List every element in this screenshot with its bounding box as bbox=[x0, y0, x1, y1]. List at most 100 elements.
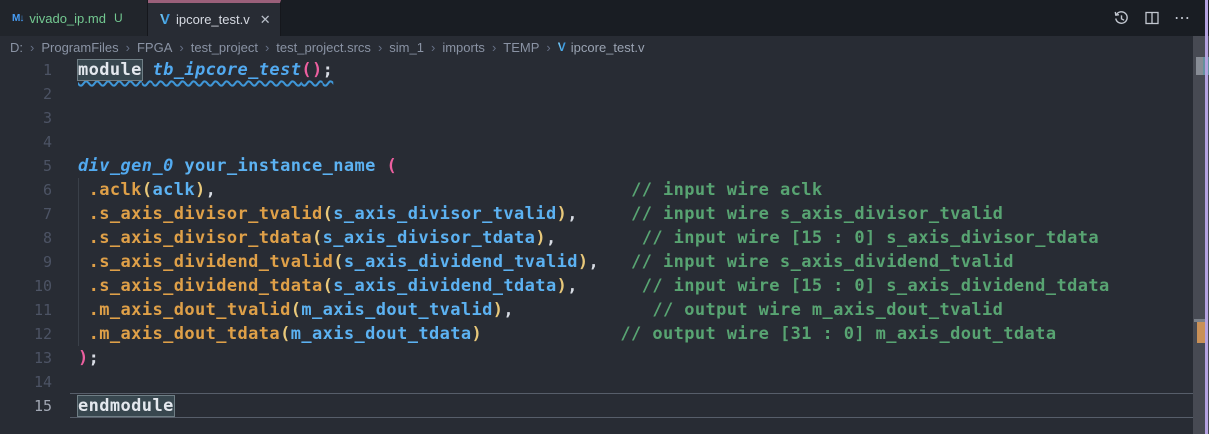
token-typ: div_gen_0 bbox=[78, 156, 174, 176]
line-number[interactable]: 10 bbox=[0, 274, 52, 298]
tab-ipcore-test-v[interactable]: V ipcore_test.v ✕ bbox=[148, 0, 281, 36]
line-number[interactable]: 13 bbox=[0, 346, 52, 370]
indent-guide bbox=[78, 178, 79, 346]
code-line[interactable]: 10 .s_axis_dividend_tdata(s_axis_dividen… bbox=[0, 274, 1209, 298]
token-plain bbox=[142, 60, 153, 80]
token-port: .m_axis_dout_tdata bbox=[89, 324, 280, 344]
token-port: .m_axis_dout_tvalid bbox=[89, 300, 291, 320]
code-line[interactable]: 1 module tb_ipcore_test(); bbox=[0, 58, 1209, 82]
code-line[interactable]: 14 bbox=[0, 370, 1209, 394]
token-kwhl: module bbox=[78, 60, 142, 80]
overview-mark-warning bbox=[1197, 322, 1205, 343]
breadcrumb-item[interactable]: test_project.srcs bbox=[276, 40, 371, 55]
line-number[interactable]: 14 bbox=[0, 370, 52, 394]
token-typ: tb_ipcore_test bbox=[152, 60, 301, 80]
line-number[interactable]: 9 bbox=[0, 250, 52, 274]
token-plain bbox=[599, 252, 631, 272]
timeline-history-icon[interactable] bbox=[1113, 10, 1130, 27]
chevron-right-icon: › bbox=[492, 40, 496, 55]
token-gold: ( bbox=[312, 228, 323, 248]
code-text: module tb_ipcore_test(); bbox=[78, 58, 333, 82]
breadcrumb-item[interactable]: sim_1 bbox=[389, 40, 424, 55]
code-line[interactable]: 3 bbox=[0, 106, 1209, 130]
token-plain: ; bbox=[89, 348, 100, 368]
line-number[interactable]: 2 bbox=[0, 82, 52, 106]
token-gold: ( bbox=[333, 252, 344, 272]
code-line[interactable]: 8 .s_axis_divisor_tdata(s_axis_divisor_t… bbox=[0, 226, 1209, 250]
token-comment: // input wire s_axis_divisor_tvalid bbox=[631, 204, 1003, 224]
token-pink: ) bbox=[78, 348, 89, 368]
token-plain bbox=[482, 324, 620, 344]
editor-tab-bar: M↓ vivado_ip.md U V ipcore_test.v ✕ ⋯ bbox=[0, 0, 1209, 36]
token-port: .aclk bbox=[89, 180, 142, 200]
token-gold: ) bbox=[557, 204, 568, 224]
token-plain bbox=[376, 156, 387, 176]
token-plain: , bbox=[589, 252, 600, 272]
code-text: div_gen_0 your_instance_name ( bbox=[78, 154, 397, 178]
code-editor[interactable]: 1module tb_ipcore_test();2345div_gen_0 y… bbox=[0, 58, 1209, 434]
breadcrumb-item[interactable]: TEMP bbox=[503, 40, 539, 55]
code-text: .s_axis_dividend_tvalid(s_axis_dividend_… bbox=[78, 250, 1014, 274]
code-line[interactable]: 7 .s_axis_divisor_tvalid(s_axis_divisor_… bbox=[0, 202, 1209, 226]
tab-vivado-ip-md[interactable]: M↓ vivado_ip.md U bbox=[0, 0, 148, 36]
line-number[interactable]: 1 bbox=[0, 58, 52, 82]
line-number[interactable]: 15 bbox=[0, 394, 52, 418]
code-line[interactable]: 2 bbox=[0, 82, 1209, 106]
breadcrumb-item[interactable]: D: bbox=[10, 40, 23, 55]
chevron-right-icon: › bbox=[431, 40, 435, 55]
token-id: s_axis_divisor_tdata bbox=[323, 228, 536, 248]
code-line[interactable]: 15 endmodule bbox=[0, 394, 1209, 418]
token-plain bbox=[78, 276, 89, 296]
code-text: .aclk(aclk), // input wire aclk bbox=[78, 178, 823, 202]
token-id: aclk bbox=[152, 180, 195, 200]
current-line-border bbox=[70, 417, 1205, 418]
token-id: m_axis_dout_tvalid bbox=[301, 300, 492, 320]
overview-mark-occurrence bbox=[1196, 57, 1203, 75]
chevron-right-icon: › bbox=[126, 40, 130, 55]
editor-actions: ⋯ bbox=[1113, 0, 1209, 36]
line-number[interactable]: 7 bbox=[0, 202, 52, 226]
code-line[interactable]: 12 .m_axis_dout_tdata(m_axis_dout_tdata)… bbox=[0, 322, 1209, 346]
markdown-icon: M↓ bbox=[12, 13, 23, 24]
token-comment: // input wire [15 : 0] s_axis_dividend_t… bbox=[642, 276, 1110, 296]
token-plain bbox=[78, 180, 89, 200]
line-number[interactable]: 5 bbox=[0, 154, 52, 178]
token-plain bbox=[78, 252, 89, 272]
line-number[interactable]: 11 bbox=[0, 298, 52, 322]
code-text: endmodule bbox=[78, 394, 174, 418]
split-editor-icon[interactable] bbox=[1144, 10, 1160, 26]
token-gold: ) bbox=[557, 276, 568, 296]
token-plain bbox=[78, 228, 89, 248]
token-plain bbox=[174, 156, 185, 176]
more-actions-icon[interactable]: ⋯ bbox=[1174, 8, 1191, 28]
line-number[interactable]: 6 bbox=[0, 178, 52, 202]
git-untracked-badge: U bbox=[114, 11, 123, 25]
token-gold: ) bbox=[472, 324, 483, 344]
verilog-file-icon: V bbox=[558, 41, 566, 53]
token-plain bbox=[78, 324, 89, 344]
breadcrumb-file[interactable]: Vipcore_test.v bbox=[558, 40, 645, 55]
line-number[interactable]: 12 bbox=[0, 322, 52, 346]
token-kwhl: endmodule bbox=[78, 396, 174, 416]
code-line[interactable]: 5 div_gen_0 your_instance_name ( bbox=[0, 154, 1209, 178]
code-line[interactable]: 9 .s_axis_dividend_tvalid(s_axis_dividen… bbox=[0, 250, 1209, 274]
token-port: .s_axis_dividend_tvalid bbox=[89, 252, 334, 272]
verilog-file-icon: V bbox=[160, 12, 170, 27]
code-line[interactable]: 4 bbox=[0, 130, 1209, 154]
line-number[interactable]: 3 bbox=[0, 106, 52, 130]
close-icon[interactable]: ✕ bbox=[260, 12, 271, 28]
chevron-right-icon: › bbox=[179, 40, 183, 55]
breadcrumb-item[interactable]: imports bbox=[442, 40, 485, 55]
breadcrumb-item[interactable]: ProgramFiles bbox=[41, 40, 118, 55]
breadcrumb-item[interactable]: test_project bbox=[191, 40, 258, 55]
line-number[interactable]: 8 bbox=[0, 226, 52, 250]
code-line[interactable]: 11 .m_axis_dout_tvalid(m_axis_dout_tvali… bbox=[0, 298, 1209, 322]
code-line[interactable]: 6 .aclk(aclk), // input wire aclk bbox=[0, 178, 1209, 202]
line-number[interactable]: 4 bbox=[0, 130, 52, 154]
code-line[interactable]: 13); bbox=[0, 346, 1209, 370]
info-squiggle: module tb_ipcore_test(); bbox=[78, 60, 333, 80]
token-id: s_axis_dividend_tvalid bbox=[344, 252, 578, 272]
breadcrumb-item[interactable]: FPGA bbox=[137, 40, 172, 55]
token-plain bbox=[78, 204, 89, 224]
token-plain: , bbox=[567, 204, 578, 224]
